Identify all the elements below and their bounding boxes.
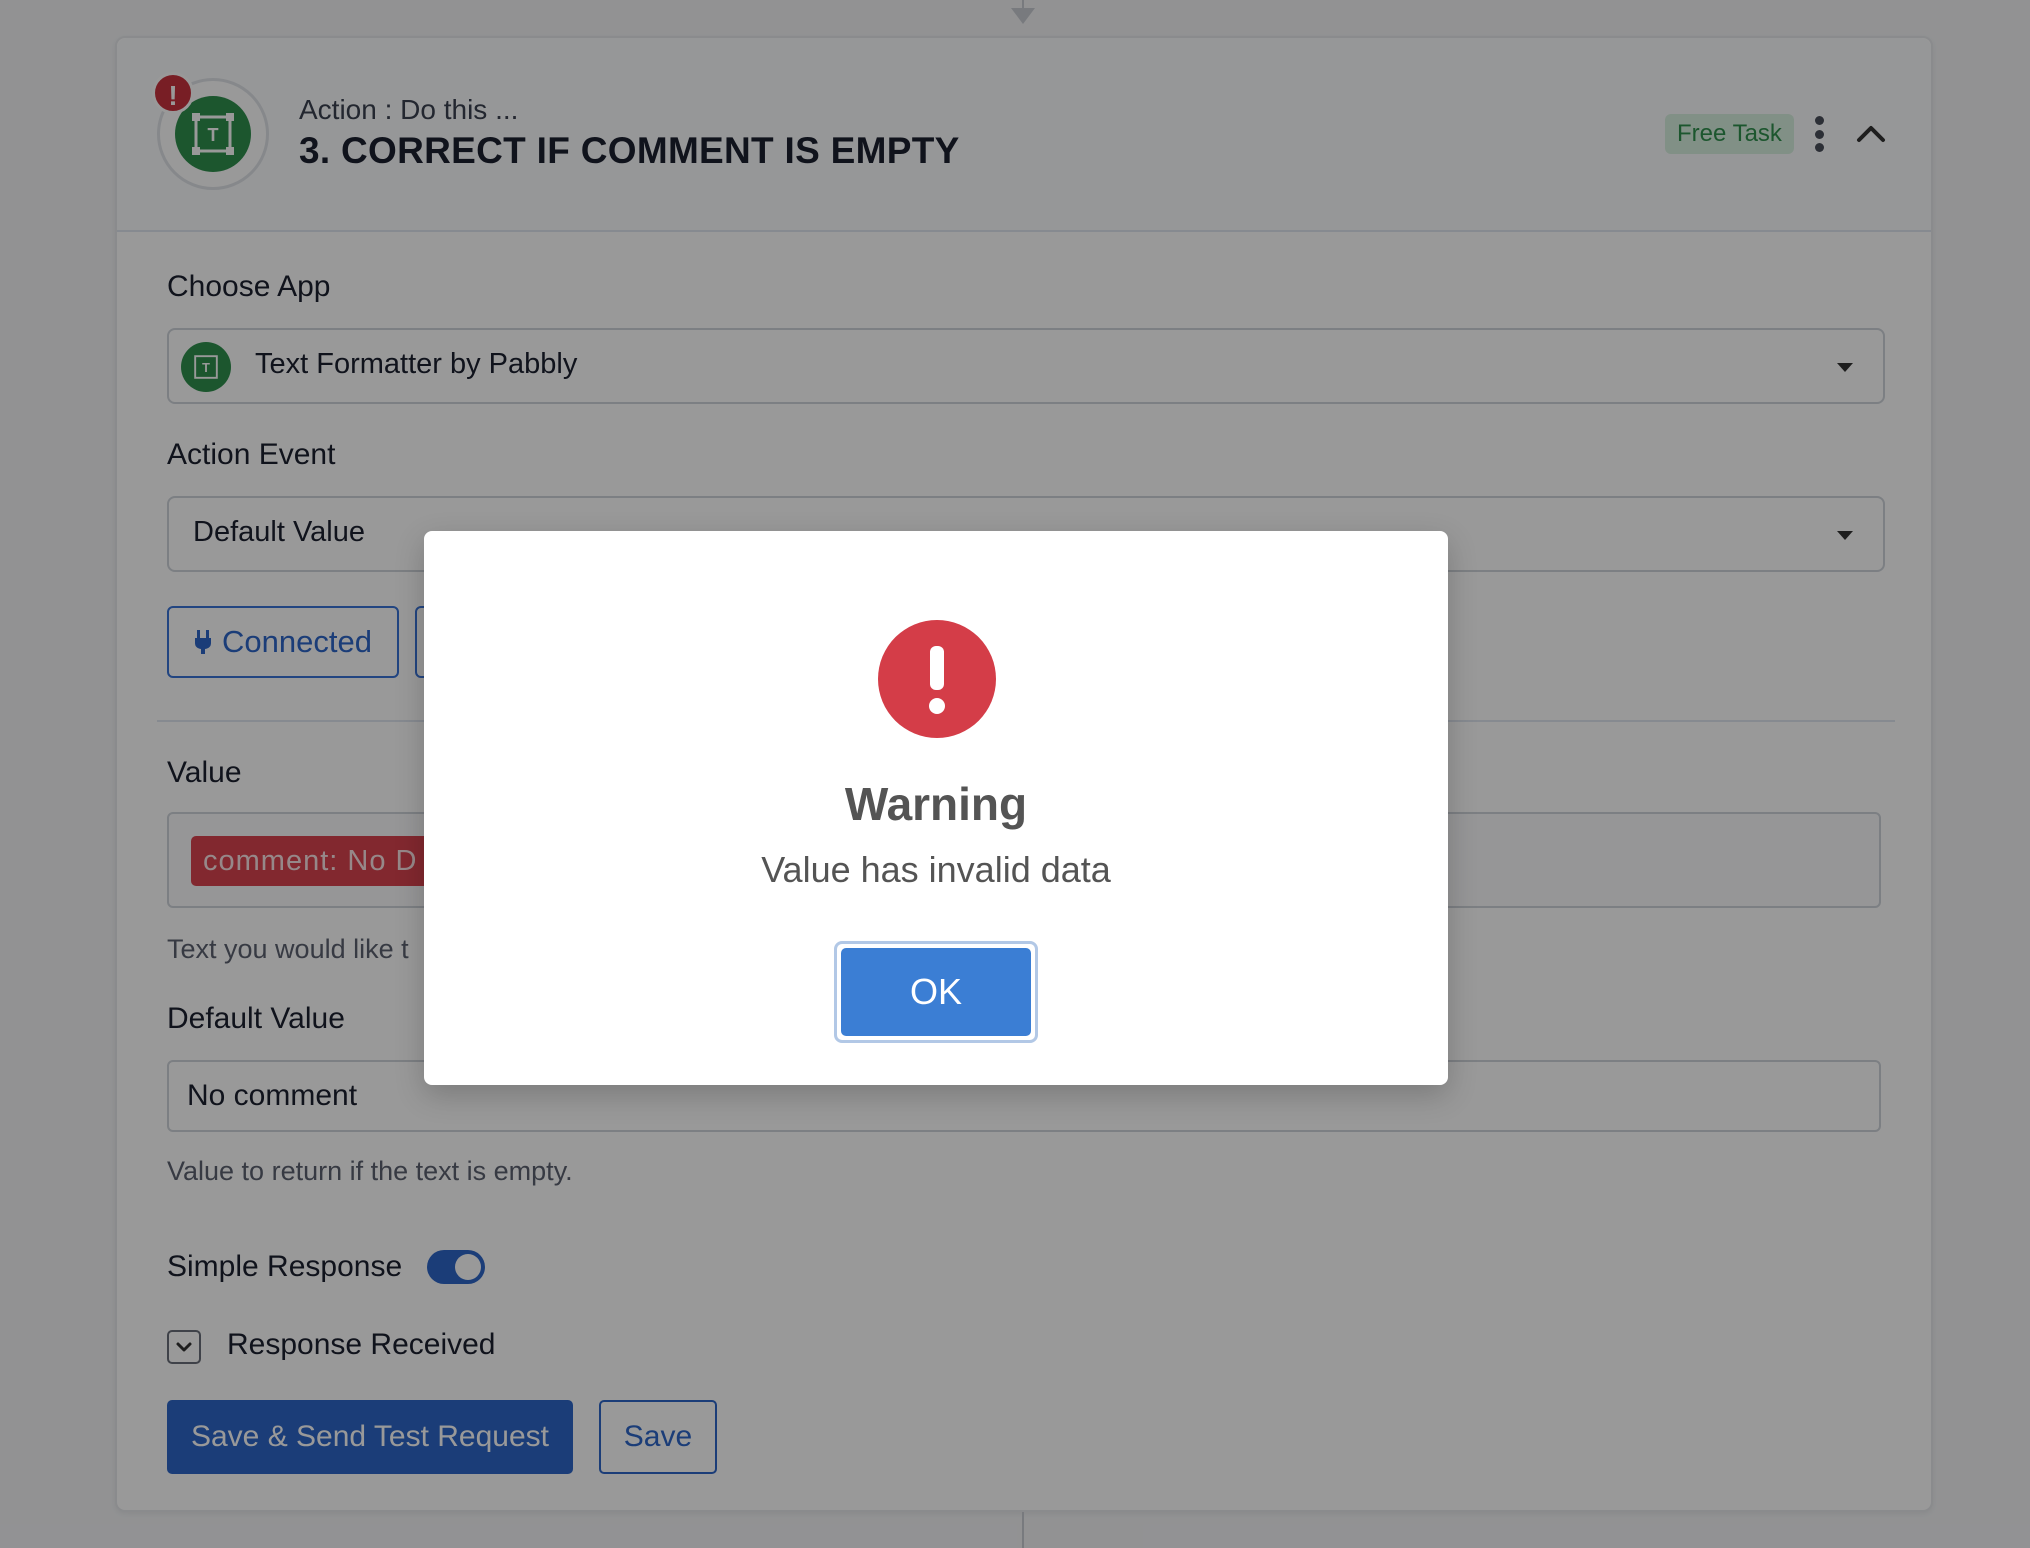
ok-button[interactable]: OK (841, 948, 1031, 1036)
dialog-message: Value has invalid data (761, 849, 1111, 890)
warning-exclamation-icon (878, 620, 996, 738)
dialog-title: Warning (844, 778, 1028, 830)
ok-focus-ring: OK (834, 941, 1038, 1043)
warning-dialog: Warning Value has invalid data OK (424, 531, 1448, 1085)
